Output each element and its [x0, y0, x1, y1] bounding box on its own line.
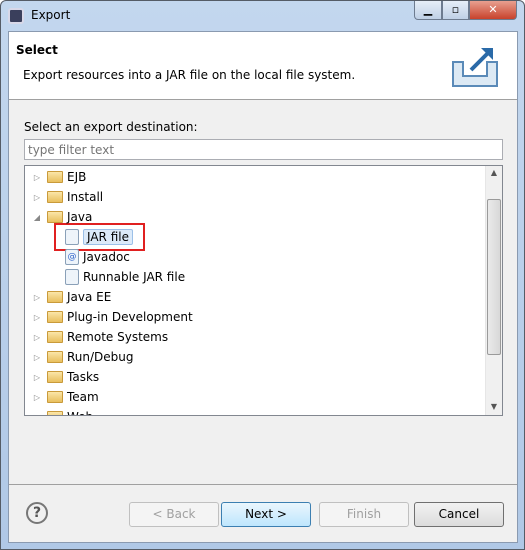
folder-icon: [47, 191, 63, 203]
separator: [9, 484, 517, 485]
back-button[interactable]: < Back: [129, 502, 219, 527]
tree-item[interactable]: ▷ Run/Debug: [31, 347, 134, 367]
help-icon[interactable]: ?: [26, 502, 48, 524]
tree-item[interactable]: ▷ Web: [31, 407, 93, 416]
tree-item[interactable]: ▷ Tasks: [31, 367, 99, 387]
tree-item[interactable]: @ Javadoc: [63, 247, 130, 267]
tree-item-label: Remote Systems: [67, 330, 169, 344]
export-icon: [452, 48, 498, 87]
page-title: Select: [16, 43, 58, 57]
tree-item[interactable]: ◢ Java: [31, 207, 92, 227]
folder-icon: [47, 311, 63, 323]
maximize-button[interactable]: ▫: [442, 1, 469, 20]
close-button[interactable]: ✕: [469, 1, 517, 20]
tree-item-label: Web: [67, 410, 93, 415]
runnable-jar-icon: [65, 269, 79, 285]
tree-item[interactable]: ▷ Plug-in Development: [31, 307, 193, 327]
tree-item[interactable]: ▷ Remote Systems: [31, 327, 168, 347]
folder-icon: [47, 291, 63, 303]
collapsed-arrow-icon[interactable]: ▷: [31, 413, 43, 416]
tree-item[interactable]: ▷ Team: [31, 387, 99, 407]
tree-item-label: Java: [67, 210, 93, 224]
javadoc-icon: @: [65, 249, 79, 265]
tree-item-label: Install: [67, 190, 104, 204]
folder-icon: [47, 371, 63, 383]
collapsed-arrow-icon[interactable]: ▷: [31, 353, 43, 362]
next-button[interactable]: Next >: [221, 502, 311, 527]
tree-item[interactable]: ▷ Java EE: [31, 287, 111, 307]
folder-icon: [47, 351, 63, 363]
window-title: Export: [31, 8, 71, 22]
destination-label: Select an export destination:: [24, 120, 198, 134]
scroll-up-icon[interactable]: ▲: [486, 168, 502, 177]
expanded-arrow-icon[interactable]: ◢: [31, 213, 43, 222]
minimize-button[interactable]: ▁: [414, 1, 442, 20]
collapsed-arrow-icon[interactable]: ▷: [31, 393, 43, 402]
folder-icon: [47, 411, 63, 415]
folder-icon: [47, 171, 63, 183]
wizard-header: Select Export resources into a JAR file …: [9, 32, 517, 100]
scrollbar-thumb[interactable]: [487, 199, 501, 355]
tree-item-label: Tasks: [67, 370, 100, 384]
title-bar: Export ▁ ▫ ✕: [1, 1, 524, 31]
tree-item[interactable]: Runnable JAR file: [63, 267, 185, 287]
collapsed-arrow-icon[interactable]: ▷: [31, 293, 43, 302]
cancel-button[interactable]: Cancel: [414, 502, 504, 527]
tree-item-label: Java EE: [67, 290, 112, 304]
tree-item-label: Run/Debug: [67, 350, 134, 364]
filter-input[interactable]: [24, 139, 503, 160]
tree-item-label: Team: [67, 390, 99, 404]
scroll-down-icon[interactable]: ▼: [486, 402, 502, 411]
tree-item-label: Plug-in Development: [67, 310, 193, 324]
folder-icon: [47, 391, 63, 403]
tree-item[interactable]: ▷ Install: [31, 187, 103, 207]
vertical-scrollbar[interactable]: ▲ ▼: [485, 166, 502, 415]
jar-icon: [65, 229, 79, 245]
collapsed-arrow-icon[interactable]: ▷: [31, 173, 43, 182]
collapsed-arrow-icon[interactable]: ▷: [31, 313, 43, 322]
destination-tree[interactable]: ▲ ▼ ▷ EJB ▷ Install ◢ Java JAR file @ Javadoc Run…: [24, 165, 503, 416]
folder-icon: [47, 331, 63, 343]
tree-item-label: EJB: [67, 170, 87, 184]
collapsed-arrow-icon[interactable]: ▷: [31, 373, 43, 382]
eclipse-icon: [8, 8, 24, 24]
page-description: Export resources into a JAR file on the …: [23, 68, 356, 82]
tree-item-label: JAR file: [83, 229, 133, 245]
folder-icon: [47, 211, 63, 223]
tree-item[interactable]: JAR file: [63, 227, 133, 247]
tree-item-label: Javadoc: [83, 250, 130, 264]
collapsed-arrow-icon[interactable]: ▷: [31, 333, 43, 342]
dialog-client: Select Export resources into a JAR file …: [8, 31, 518, 543]
tree-item[interactable]: ▷ EJB: [31, 167, 86, 187]
export-dialog: Export ▁ ▫ ✕ Select Export resources int…: [0, 0, 525, 550]
finish-button[interactable]: Finish: [319, 502, 409, 527]
collapsed-arrow-icon[interactable]: ▷: [31, 193, 43, 202]
tree-item-label: Runnable JAR file: [83, 270, 186, 284]
